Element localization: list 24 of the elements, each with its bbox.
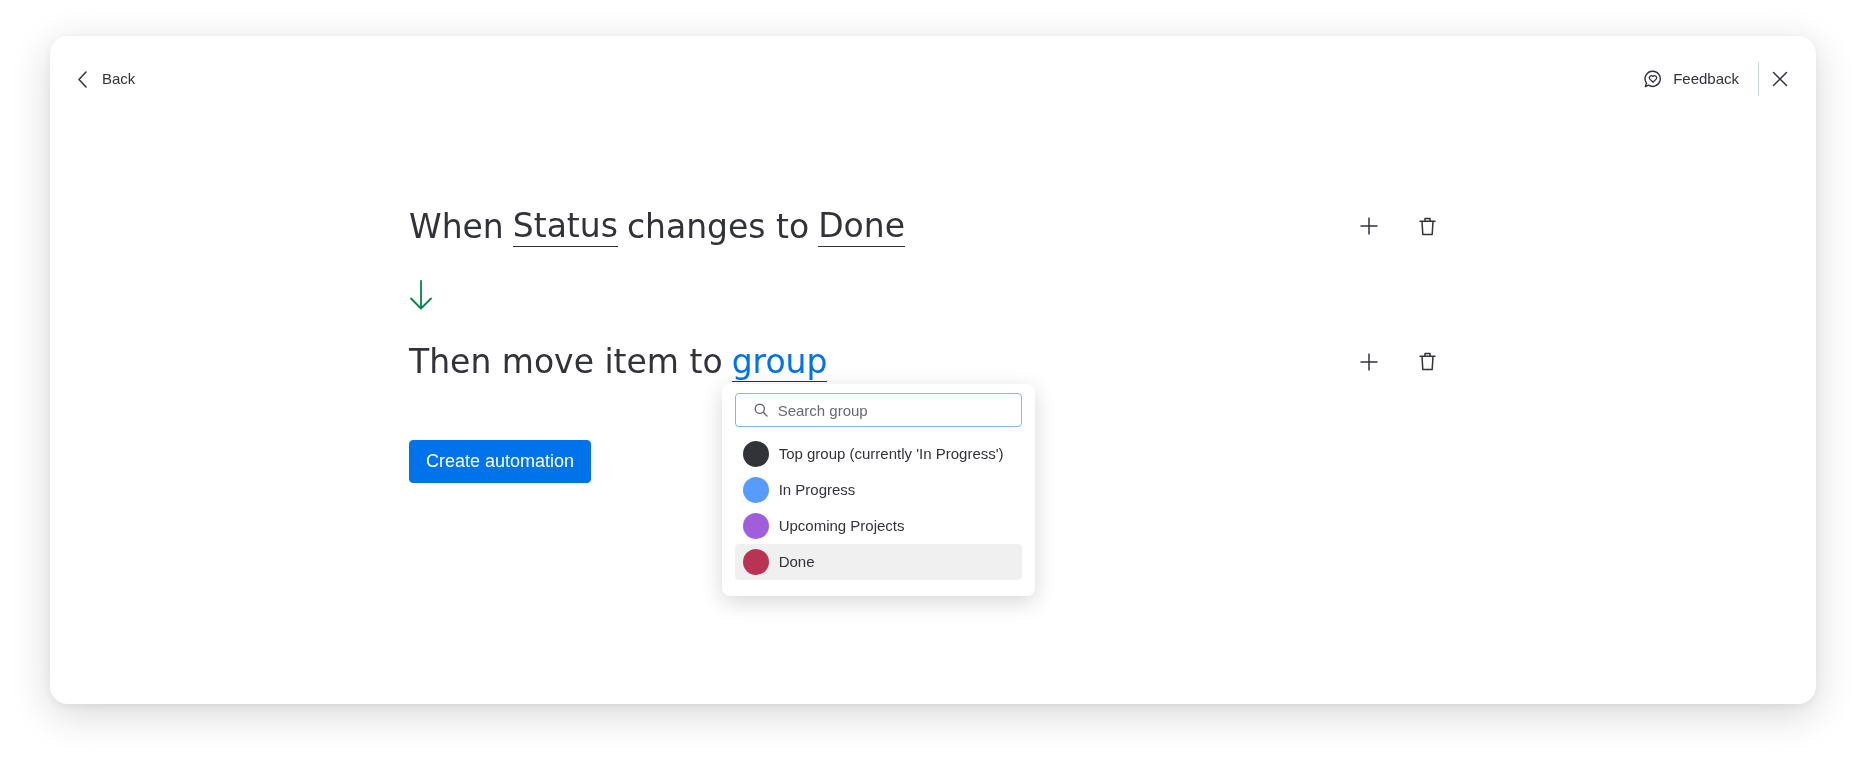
trash-icon [1418,352,1436,372]
arrow-down-icon [409,279,433,310]
heart-speech-bubble-icon [1644,70,1663,88]
create-automation-button[interactable]: Create automation [409,440,592,484]
dropdown-option[interactable]: In Progress [734,472,1022,509]
sentence-text: When [409,206,504,247]
search-icon [753,403,768,418]
search-field[interactable]: Search group [734,393,1022,428]
close-button[interactable] [1772,71,1788,87]
field-selector[interactable]: Done [818,206,905,247]
field-selector[interactable]: Status [512,206,618,247]
plus-icon [1360,352,1378,371]
dropdown-option[interactable]: Top group (currently 'In Progress') [734,436,1022,473]
dropdown-option[interactable]: Upcoming Projects [734,508,1022,545]
chevron-left-icon [78,70,87,88]
sentence-text: changes to [626,206,810,247]
plus-icon [1360,217,1378,236]
field-selector[interactable]: group [731,341,828,383]
close-icon [1772,71,1788,87]
sentence-text: Then move item to [409,342,723,382]
dropdown-option[interactable]: Done [734,544,1022,581]
trash-icon [1418,216,1436,236]
feedback-button[interactable]: Feedback [1644,70,1739,88]
back-button[interactable]: Back [78,70,136,88]
